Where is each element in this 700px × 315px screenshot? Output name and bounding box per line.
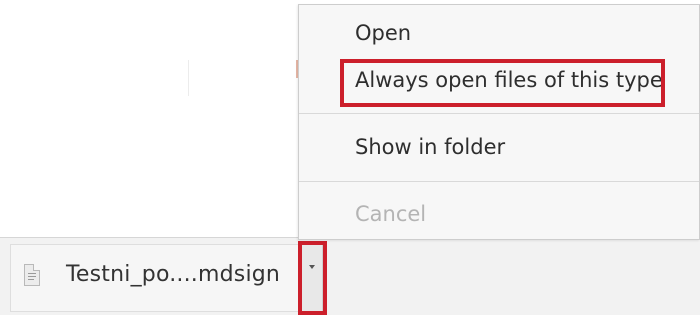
cancel-menu-item: Cancel <box>355 202 427 226</box>
download-dropdown-button[interactable] <box>301 244 323 312</box>
context-menu: Open Always open files of this type Show… <box>298 4 700 240</box>
screen: Testni_po....mdsign Open Always open fil… <box>0 0 700 315</box>
background-divider <box>188 60 189 96</box>
always-open-menu-item[interactable]: Always open files of this type <box>355 68 663 92</box>
menu-separator <box>299 113 699 114</box>
open-menu-item[interactable]: Open <box>355 21 411 45</box>
show-in-folder-menu-item[interactable]: Show in folder <box>355 135 505 159</box>
download-file-name[interactable]: Testni_po....mdsign <box>66 262 280 287</box>
document-icon <box>24 264 40 286</box>
chevron-down-icon <box>309 265 315 269</box>
menu-separator <box>299 181 699 182</box>
